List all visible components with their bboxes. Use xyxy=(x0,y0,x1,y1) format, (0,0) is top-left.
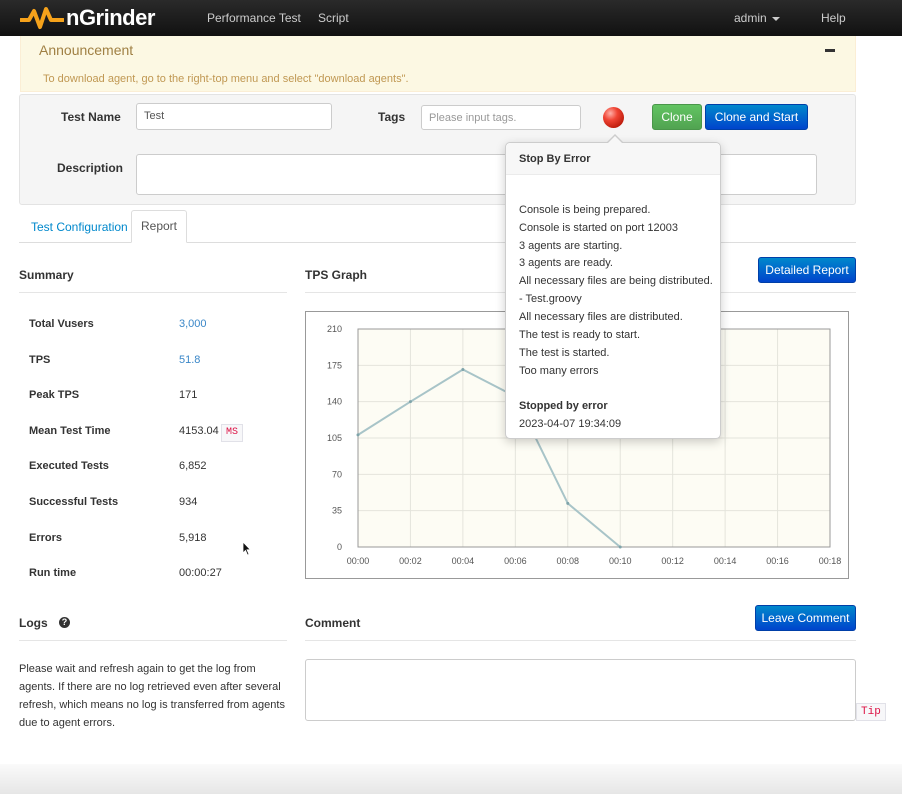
nav-help[interactable]: Help xyxy=(821,11,846,25)
popover-log-line: 3 agents are starting. xyxy=(519,240,623,252)
summary-label: Mean Test Time xyxy=(29,425,111,437)
chart-x-tick-label: 00:04 xyxy=(452,556,475,566)
comment-input[interactable] xyxy=(305,659,856,721)
nav-script[interactable]: Script xyxy=(318,11,349,25)
summary-label: Run time xyxy=(29,567,77,579)
comment-title: Comment xyxy=(305,616,361,630)
popover-final-time: 2023-04-07 19:34:09 xyxy=(519,418,622,430)
peak-tps-value: 171 xyxy=(179,389,198,401)
summary-label: Total Vusers xyxy=(29,318,94,330)
tps-graph-title: TPS Graph xyxy=(305,268,368,282)
mouse-cursor-icon xyxy=(242,541,252,556)
announcement-title: Announcement xyxy=(39,42,134,58)
test-name-input[interactable]: Test xyxy=(136,103,332,130)
chart-y-tick-label: 140 xyxy=(327,397,342,407)
clone-and-start-button[interactable]: Clone and Start xyxy=(705,104,808,130)
popover-log-line: Console is started on port 12003 xyxy=(519,222,678,234)
status-error-icon[interactable] xyxy=(603,107,624,128)
popover-log-line: 3 agents are ready. xyxy=(519,257,613,269)
tab-test-configuration[interactable]: Test Configuration xyxy=(31,220,128,234)
chart-data-point xyxy=(618,545,622,549)
total-vusers-value[interactable]: 3,000 xyxy=(179,318,207,330)
successful-tests-value: 934 xyxy=(179,496,198,508)
status-popover: Stop By Error Console is being prepared.… xyxy=(505,142,721,439)
help-icon[interactable]: ? xyxy=(59,617,70,628)
chart-x-tick-label: 00:02 xyxy=(399,556,422,566)
chart-y-tick-label: 70 xyxy=(332,469,342,479)
summary-label: Successful Tests xyxy=(29,496,119,508)
logs-title: Logs xyxy=(19,616,48,630)
test-name-label: Test Name xyxy=(61,110,121,124)
logs-message: Please wait and refresh again to get the… xyxy=(19,663,285,729)
summary-title: Summary xyxy=(19,268,74,282)
announcement-text: To download agent, go to the right-top m… xyxy=(43,73,409,85)
chart-x-tick-label: 00:10 xyxy=(609,556,632,566)
tip-badge[interactable]: Tip xyxy=(856,703,886,721)
errors-value: 5,918 xyxy=(179,532,207,544)
chart-data-point xyxy=(356,433,360,437)
summary-label: Peak TPS xyxy=(29,389,80,401)
summary-label: Errors xyxy=(29,532,63,544)
popover-log-line: The test is ready to start. xyxy=(519,329,641,341)
chart-y-tick-label: 105 xyxy=(327,433,342,443)
page-footer xyxy=(0,764,902,794)
brand-logo[interactable]: nGrinder xyxy=(20,4,155,32)
pulse-logo-icon xyxy=(20,7,64,29)
popover-log-line: All necessary files are being distribute… xyxy=(519,275,713,287)
run-time-value: 00:00:27 xyxy=(179,567,222,579)
description-label: Description xyxy=(57,161,124,175)
chevron-down-icon xyxy=(771,16,780,21)
brand-name: nGrinder xyxy=(66,5,155,30)
popover-arrow-inner xyxy=(607,136,623,144)
chart-x-tick-label: 00:14 xyxy=(714,556,737,566)
user-name: admin xyxy=(734,11,767,25)
popover-final-title: Stopped by error xyxy=(519,400,608,412)
comment-divider xyxy=(305,640,856,641)
popover-log-line: The test is started. xyxy=(519,347,610,359)
chart-y-tick-label: 35 xyxy=(332,506,342,516)
detailed-report-button[interactable]: Detailed Report xyxy=(758,257,856,283)
chart-data-point xyxy=(566,501,570,505)
popover-log-line: - Test.groovy xyxy=(519,293,582,305)
popover-log-line: Console is being prepared. xyxy=(519,204,651,216)
chart-data-point xyxy=(408,400,412,404)
popover-log-line: All necessary files are distributed. xyxy=(519,311,683,323)
chart-y-tick-label: 210 xyxy=(327,324,342,334)
chart-data-point xyxy=(461,367,465,371)
announcement-panel: Announcement To download agent, go to th… xyxy=(20,36,856,92)
chart-x-tick-label: 00:18 xyxy=(819,556,842,566)
collapse-icon[interactable] xyxy=(825,49,835,52)
popover-log-line: Too many errors xyxy=(519,365,599,377)
chart-y-tick-label: 0 xyxy=(337,542,342,552)
chart-x-tick-label: 00:00 xyxy=(347,556,370,566)
leave-comment-button[interactable]: Leave Comment xyxy=(755,605,856,631)
executed-tests-value: 6,852 xyxy=(179,460,207,472)
chart-x-tick-label: 00:12 xyxy=(661,556,684,566)
tags-label: Tags xyxy=(378,110,406,124)
popover-title: Stop By Error xyxy=(519,153,591,165)
logs-divider xyxy=(19,640,287,641)
tab-report[interactable]: Report xyxy=(131,210,187,243)
mean-test-time-value: 4153.04 xyxy=(179,425,219,437)
tps-value[interactable]: 51.8 xyxy=(179,354,200,366)
chart-x-tick-label: 00:06 xyxy=(504,556,527,566)
clone-button[interactable]: Clone xyxy=(652,104,702,130)
nav-performance-test[interactable]: Performance Test xyxy=(207,11,301,25)
chart-x-tick-label: 00:16 xyxy=(766,556,789,566)
summary-label: Executed Tests xyxy=(29,460,109,472)
chart-x-tick-label: 00:08 xyxy=(557,556,580,566)
tags-input[interactable]: Please input tags. xyxy=(421,105,581,130)
summary-divider xyxy=(19,292,287,293)
summary-label: TPS xyxy=(29,354,51,366)
chart-y-tick-label: 175 xyxy=(327,360,342,370)
ms-unit-badge: MS xyxy=(221,424,244,442)
user-menu[interactable]: admin xyxy=(734,11,780,25)
